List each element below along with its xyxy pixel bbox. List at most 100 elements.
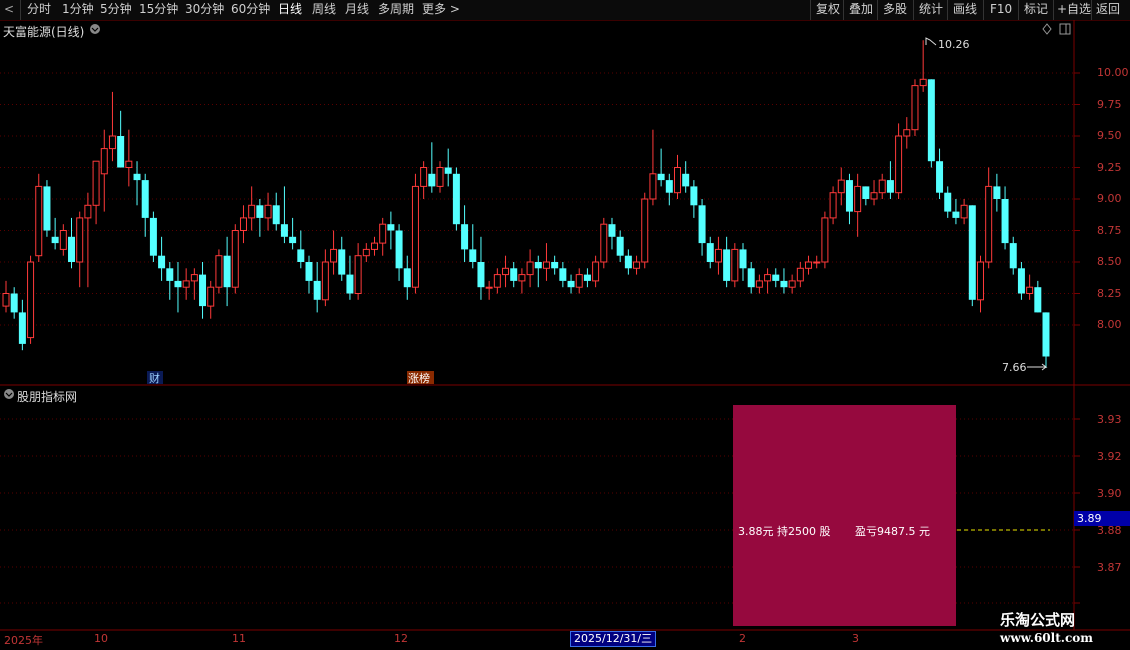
finance-event-label[interactable]: 财 (149, 370, 160, 386)
price-tick: 9.50 (1097, 129, 1122, 142)
candle (18, 299, 26, 351)
high-label: 10.26 (938, 38, 970, 51)
candle-body (551, 262, 559, 269)
candle-body (870, 192, 878, 200)
candle (84, 192, 92, 288)
candle (43, 180, 51, 237)
candle-body (92, 160, 100, 206)
candle (993, 173, 1001, 212)
candle-body (444, 167, 452, 174)
candle (673, 154, 681, 199)
candle-body (1009, 243, 1017, 269)
candle (264, 192, 272, 231)
candle (100, 129, 108, 212)
candle-body (125, 160, 133, 168)
candle (600, 217, 608, 269)
candle (158, 236, 166, 281)
candle (420, 161, 428, 199)
price-tick: 10.00 (1097, 66, 1129, 79)
candle (1009, 236, 1017, 275)
candle (461, 205, 469, 262)
candle (583, 268, 591, 288)
candle-body (1001, 199, 1009, 244)
candle (976, 255, 984, 313)
candle (895, 123, 903, 199)
candle (190, 268, 198, 300)
candle (764, 268, 772, 294)
candle (927, 79, 935, 168)
candle (117, 110, 125, 168)
candle (174, 262, 182, 313)
candle-body (706, 243, 714, 262)
candle-body (313, 280, 321, 300)
candle (649, 129, 657, 206)
candle-body (43, 186, 51, 231)
date-label: 2025年 (4, 634, 43, 647)
candle (534, 255, 542, 288)
candle-body (215, 255, 223, 288)
candle (510, 262, 518, 288)
candle-body (420, 167, 428, 187)
candle (608, 217, 616, 250)
high-marker (925, 37, 937, 46)
candle-body (665, 180, 673, 193)
candle-body (788, 280, 796, 288)
candle-body (1017, 268, 1025, 294)
candle (731, 243, 739, 288)
candle-body (518, 274, 526, 282)
candle-body (207, 286, 215, 307)
candle-body (960, 204, 968, 219)
candle (92, 160, 100, 225)
candle (141, 173, 149, 237)
candle-body (780, 280, 788, 288)
candle (559, 262, 567, 288)
candle-body (886, 180, 894, 193)
candle (452, 167, 460, 231)
candle (788, 274, 796, 294)
candle (592, 255, 600, 288)
candle (706, 236, 714, 269)
candle-body (387, 224, 395, 231)
candle-body (461, 224, 469, 250)
candle-body (493, 274, 501, 288)
candle-body (583, 274, 591, 281)
candle (59, 224, 67, 256)
candle (805, 255, 813, 275)
candle-body (927, 79, 935, 162)
candle-body (985, 185, 993, 263)
candle (1001, 186, 1009, 250)
candle-body (395, 230, 403, 269)
candle-body (944, 192, 952, 212)
position-text: 3.88元 持2500 股 (738, 525, 831, 538)
candle (723, 236, 731, 288)
date-label: 11 (232, 632, 246, 645)
candle (182, 268, 190, 300)
watermark-url: www.60lt.com (1000, 631, 1093, 645)
candle-body (993, 186, 1001, 199)
profit-loss-text: 盈亏9487.5 元 (855, 525, 930, 538)
candle-body (76, 217, 84, 263)
candle (657, 148, 665, 187)
candle (714, 236, 722, 275)
kline-chart[interactable] (0, 0, 1130, 650)
candle-body (452, 173, 460, 225)
candle-body (27, 261, 35, 339)
candle (698, 199, 706, 256)
candle-body (690, 186, 698, 206)
candle (10, 287, 18, 319)
candle-body (59, 230, 67, 250)
date-cursor-label: 2025/12/31/三 (570, 631, 657, 647)
candle-body (149, 217, 157, 256)
candle-body (911, 85, 919, 131)
pnl-panel (733, 405, 956, 626)
candle-body (878, 179, 886, 194)
candle-body (190, 274, 198, 282)
candle-body (1042, 312, 1050, 357)
candle-body (616, 236, 624, 256)
limit-list-label[interactable]: 涨榜 (408, 370, 430, 386)
candle (239, 205, 247, 244)
candle-body (895, 135, 903, 194)
candle-body (166, 268, 174, 281)
candle (551, 255, 559, 275)
candle-body (371, 242, 379, 250)
